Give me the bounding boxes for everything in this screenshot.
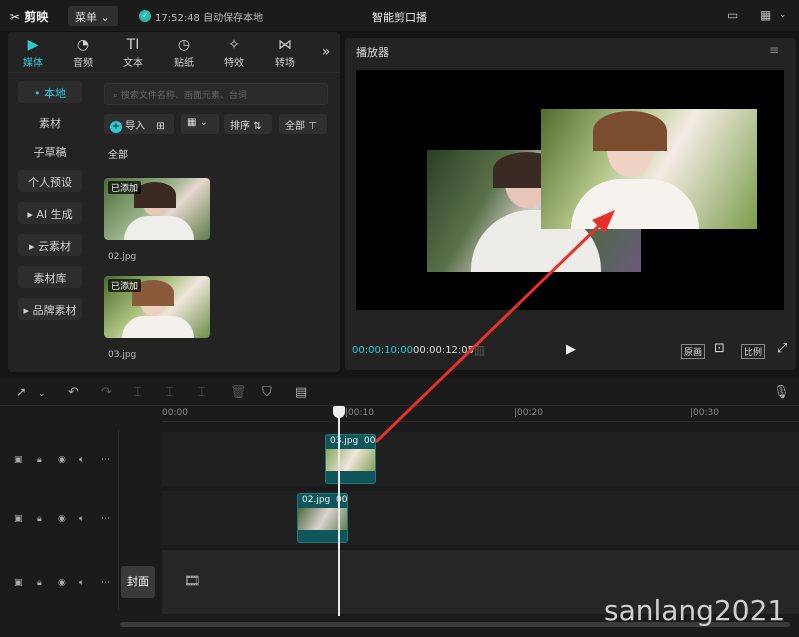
annotation-arrow (374, 210, 615, 444)
watermark: sanlang2021 (604, 594, 786, 627)
